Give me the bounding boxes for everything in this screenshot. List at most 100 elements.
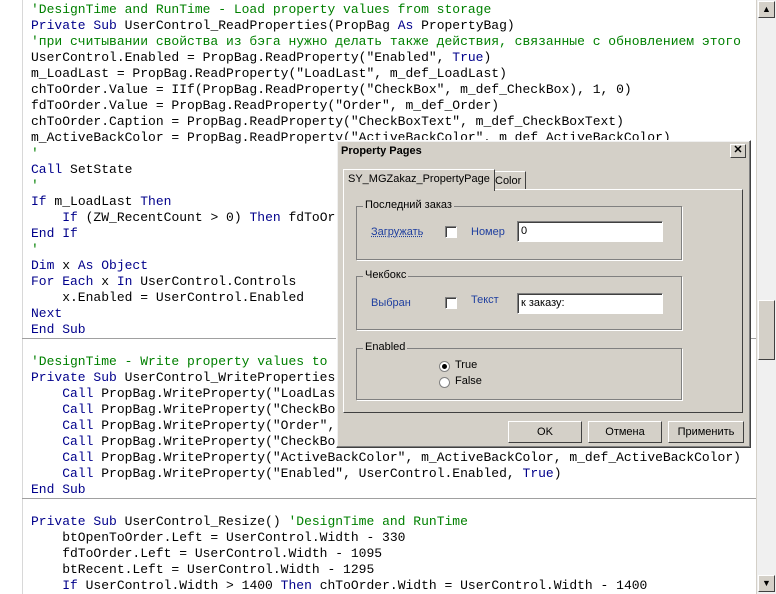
tab-label: SY_MGZakaz_PropertyPage <box>348 173 490 185</box>
close-icon[interactable]: ✕ <box>730 144 746 158</box>
code-token: x <box>54 258 77 273</box>
code-token: PropertyBag) <box>413 18 514 33</box>
cancel-button[interactable]: Отмена <box>588 421 662 443</box>
selected-label: Выбран <box>371 297 411 309</box>
code-token: SetState <box>62 162 132 177</box>
code-token: Call <box>62 450 93 465</box>
code-token: chToOrder.Value = IIf(PropBag.ReadProper… <box>31 82 632 97</box>
group-caption: Последний заказ <box>363 199 454 211</box>
group-last-order: Последний заказ Загружать Номер 0 <box>356 206 682 260</box>
code-token: m_LoadLast <box>47 194 141 209</box>
code-token: In <box>117 274 133 289</box>
code-token: PropBag.WriteProperty("Enabled", UserCon… <box>93 466 522 481</box>
code-token: True <box>523 466 554 481</box>
property-pages-dialog: Property Pages ✕ SY_MGZakaz_PropertyPage… <box>336 140 751 448</box>
code-token: Call <box>62 434 93 449</box>
number-field[interactable]: 0 <box>517 221 663 242</box>
radio-true-label: True <box>455 359 477 371</box>
code-token: (ZW_RecentCount > 0) <box>78 210 250 225</box>
code-token: PropBag.WriteProperty("ActiveBackColor",… <box>93 450 741 465</box>
code-token: Call <box>31 162 62 177</box>
code-line: Private Sub UserControl_Resize() 'Design… <box>31 514 468 530</box>
code-token: chToOrder.Caption = PropBag.ReadProperty… <box>31 114 624 129</box>
code-line: ' <box>31 178 39 194</box>
code-token: 'DesignTime and RunTime - Load property … <box>31 2 491 17</box>
scroll-down-icon[interactable]: ▼ <box>758 575 775 592</box>
code-token: End Sub <box>31 482 86 497</box>
dialog-titlebar[interactable]: Property Pages ✕ <box>339 143 748 161</box>
code-token: UserControl.Enabled = PropBag.ReadProper… <box>31 50 452 65</box>
code-token <box>31 386 62 401</box>
code-token: True <box>452 50 483 65</box>
code-line: chToOrder.Caption = PropBag.ReadProperty… <box>31 114 624 130</box>
scroll-up-icon[interactable]: ▲ <box>758 1 775 18</box>
code-token: 'при считывании свойства из бэга нужно д… <box>31 34 741 49</box>
code-token: ) <box>484 50 492 65</box>
code-token: Call <box>62 402 93 417</box>
code-line: Next <box>31 306 62 322</box>
code-token: ' <box>31 146 39 161</box>
code-line: fdToOrder.Value = PropBag.ReadProperty("… <box>31 98 499 114</box>
code-line: If UserControl.Width > 1400 Then chToOrd… <box>31 578 647 594</box>
load-label: Загружать <box>371 226 423 238</box>
code-token: 'DesignTime and RunTime <box>288 514 467 529</box>
group-enabled: Enabled True False <box>356 348 682 400</box>
code-line: Call PropBag.WriteProperty("Enabled", Us… <box>31 466 562 482</box>
code-token: Then <box>249 210 280 225</box>
code-line: For Each x In UserControl.Controls <box>31 274 296 290</box>
code-line: fdToOrder.Left = UserControl.Width - 109… <box>31 546 382 562</box>
apply-button[interactable]: Применить <box>668 421 744 443</box>
tab-label: Color <box>495 175 521 187</box>
tab-sy-mgzakaz-propertypage[interactable]: SY_MGZakaz_PropertyPage <box>343 169 495 191</box>
checkbox-text-field[interactable]: к заказу: <box>517 293 663 314</box>
code-token: As Object <box>78 258 148 273</box>
code-token <box>31 450 62 465</box>
code-line: If (ZW_RecentCount > 0) Then fdToOrder <box>31 210 359 226</box>
code-line: UserControl.Enabled = PropBag.ReadProper… <box>31 50 491 66</box>
code-token: Call <box>62 418 93 433</box>
code-token: End Sub <box>31 322 86 337</box>
code-token: fdToOrder.Value = PropBag.ReadProperty("… <box>31 98 499 113</box>
group-caption: Enabled <box>363 341 407 353</box>
load-checkbox[interactable] <box>445 226 457 238</box>
number-label: Номер <box>471 226 505 238</box>
code-token: fdToOrder.Left = UserControl.Width - 109… <box>31 546 382 561</box>
margin-indicator-line <box>22 0 23 594</box>
code-line: x.Enabled = UserControl.Enabled <box>31 290 304 306</box>
tab-page: Последний заказ Загружать Номер 0 Чекбок… <box>343 189 743 413</box>
code-token: UserControl.Width > 1400 <box>78 578 281 593</box>
radio-false-label: False <box>455 375 482 387</box>
code-token: btRecent.Left = UserControl.Width - 1295 <box>31 562 374 577</box>
code-token <box>31 434 62 449</box>
code-token <box>31 466 62 481</box>
code-token <box>31 402 62 417</box>
radio-selected-dot <box>442 364 447 369</box>
code-line: 'DesignTime and RunTime - Load property … <box>31 2 491 18</box>
code-token: chToOrder.Width = UserControl.Width - 14… <box>312 578 647 593</box>
code-token: Then <box>140 194 171 209</box>
code-token: m_LoadLast = PropBag.ReadProperty("LoadL… <box>31 66 507 81</box>
code-line: btRecent.Left = UserControl.Width - 1295 <box>31 562 374 578</box>
code-line: ' <box>31 242 39 258</box>
text-label: Текст <box>471 294 499 306</box>
code-line: 'при считывании свойства из бэга нужно д… <box>31 34 741 50</box>
scroll-thumb[interactable] <box>758 300 775 360</box>
code-token: x.Enabled = UserControl.Enabled <box>31 290 304 305</box>
ok-button[interactable]: OK <box>508 421 582 443</box>
code-token: Then <box>281 578 312 593</box>
code-line: End Sub <box>31 322 86 338</box>
radio-false[interactable] <box>439 377 450 388</box>
vertical-scrollbar[interactable]: ▲ ▼ <box>756 0 776 594</box>
code-token: Private Sub <box>31 514 117 529</box>
code-token: If <box>62 210 78 225</box>
selected-checkbox[interactable] <box>445 297 457 309</box>
code-line: Call PropBag.WriteProperty("ActiveBackCo… <box>31 450 741 466</box>
code-token: Next <box>31 306 62 321</box>
group-checkbox: Чекбокс Выбран Текст к заказу: <box>356 276 682 330</box>
tab-color[interactable]: Color <box>490 171 526 191</box>
radio-true[interactable] <box>439 361 450 372</box>
code-token: x <box>93 274 116 289</box>
code-token: Call <box>62 466 93 481</box>
code-token: ) <box>554 466 562 481</box>
dialog-title: Property Pages <box>341 145 422 157</box>
